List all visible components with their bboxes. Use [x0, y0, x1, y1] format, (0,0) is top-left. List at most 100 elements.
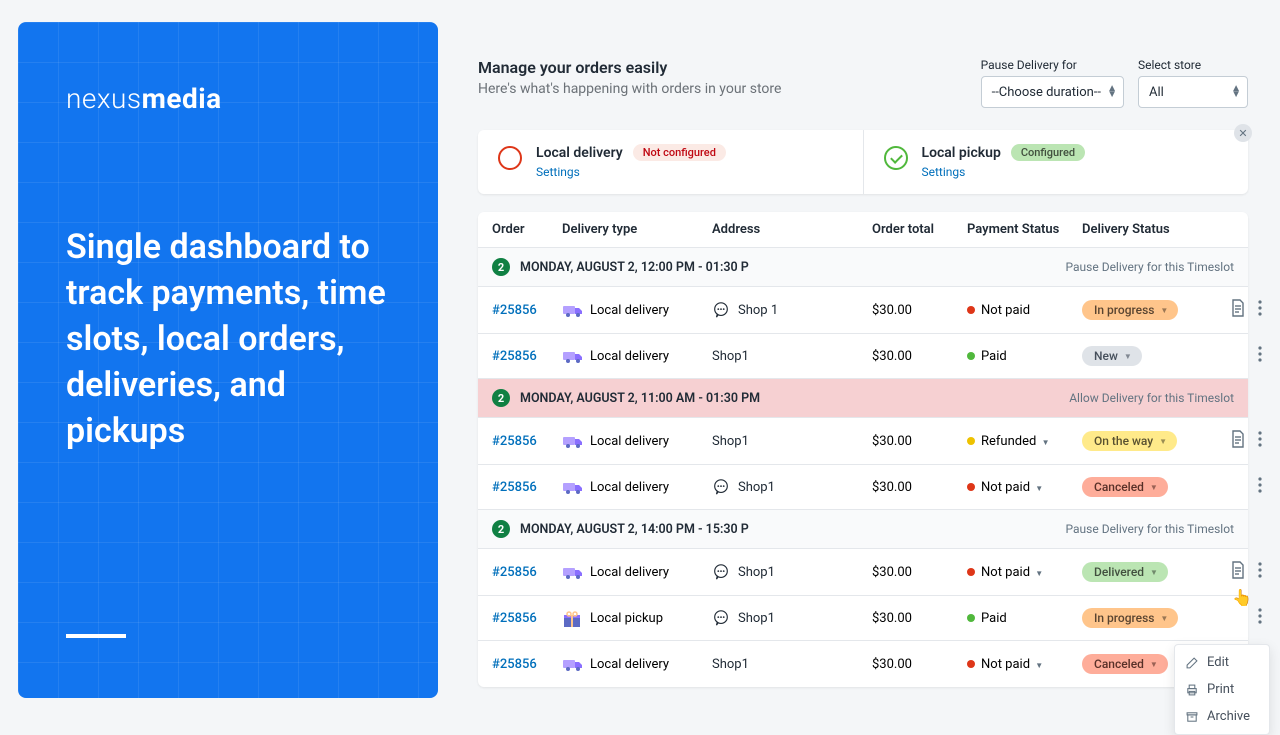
- timeslot-group: 2MONDAY, AUGUST 2, 12:00 PM - 01:30 PPau…: [478, 247, 1248, 286]
- chat-icon[interactable]: [712, 563, 730, 581]
- chevron-down-icon: ▼: [1150, 568, 1158, 577]
- document-icon[interactable]: [1230, 299, 1246, 321]
- table-row: #25856Local deliveryShop1$30.00PaidNew ▼: [478, 333, 1248, 378]
- hero-panel: nexusmedia Single dashboard to track pay…: [18, 22, 438, 698]
- status-pill[interactable]: In progress ▼: [1082, 608, 1178, 628]
- order-id-link[interactable]: #25856: [492, 303, 562, 318]
- orders-table: Order Delivery type Address Order total …: [478, 212, 1248, 687]
- store-select[interactable]: All ▲▼: [1138, 76, 1248, 108]
- delivery-status-cell: In progress ▼: [1082, 608, 1212, 628]
- store-value: All: [1149, 85, 1164, 100]
- group-action-link[interactable]: Allow Delivery for this Timeslot: [1069, 391, 1234, 405]
- menu-item-print[interactable]: Print: [1175, 676, 1269, 703]
- col-payment: Payment Status: [967, 222, 1082, 237]
- total-cell: $30.00: [872, 349, 967, 364]
- close-icon[interactable]: ✕: [1234, 124, 1252, 142]
- delivery-status-cell: On the way ▼: [1082, 431, 1212, 451]
- pause-delivery-select[interactable]: --Choose duration-- ▲▼: [981, 76, 1124, 108]
- truck-icon: [562, 303, 582, 317]
- status-pill[interactable]: New ▼: [1082, 346, 1142, 366]
- payment-status-cell[interactable]: Not paid: [967, 303, 1082, 318]
- more-icon[interactable]: [1258, 346, 1262, 366]
- store-control: Select store All ▲▼: [1138, 58, 1248, 108]
- status-dot-icon: [967, 483, 975, 491]
- row-actions: [1212, 477, 1262, 497]
- group-label: MONDAY, AUGUST 2, 14:00 PM - 15:30 P: [520, 522, 1066, 537]
- chevron-down-icon: ▼: [1035, 569, 1043, 578]
- document-icon[interactable]: [1230, 430, 1246, 452]
- delivery-type-cell: Local pickup: [562, 611, 712, 626]
- payment-status-cell[interactable]: Not paid ▼: [967, 480, 1082, 495]
- row-actions: [1212, 346, 1262, 366]
- more-icon[interactable]: [1258, 608, 1262, 628]
- local-pickup-card: Local pickup Configured Settings: [863, 130, 1249, 194]
- gift-icon: [562, 611, 582, 625]
- group-action-link[interactable]: Pause Delivery for this Timeslot: [1066, 522, 1234, 536]
- payment-status-cell[interactable]: Not paid ▼: [967, 565, 1082, 580]
- hero-underline: [66, 634, 126, 638]
- menu-item-edit[interactable]: Edit: [1175, 649, 1269, 676]
- delivery-type-cell: Local delivery: [562, 349, 712, 364]
- archive-icon: [1185, 710, 1199, 724]
- delivery-type-cell: Local delivery: [562, 303, 712, 318]
- chevron-down-icon: ▼: [1042, 438, 1050, 447]
- main-content: Manage your orders easily Here's what's …: [478, 58, 1248, 687]
- cursor-icon: 👆: [1232, 588, 1252, 607]
- chat-icon[interactable]: [712, 609, 730, 627]
- chevron-down-icon: ▼: [1159, 437, 1167, 446]
- payment-status-cell[interactable]: Not paid ▼: [967, 657, 1082, 672]
- order-id-link[interactable]: #25856: [492, 611, 562, 626]
- status-cards: ✕ Local delivery Not configured Settings…: [478, 130, 1248, 194]
- delivery-status-cell: New ▼: [1082, 346, 1212, 366]
- payment-status-cell[interactable]: Refunded ▼: [967, 434, 1082, 449]
- order-id-link[interactable]: #25856: [492, 349, 562, 364]
- order-id-link[interactable]: #25856: [492, 565, 562, 580]
- menu-item-archive[interactable]: Archive: [1175, 703, 1269, 730]
- address-cell: Shop1: [712, 609, 872, 627]
- status-pill[interactable]: Canceled ▼: [1082, 477, 1168, 497]
- chevron-down-icon: ▼: [1035, 661, 1043, 670]
- pencil-icon: [1185, 656, 1199, 670]
- order-id-link[interactable]: #25856: [492, 434, 562, 449]
- order-id-link[interactable]: #25856: [492, 657, 562, 672]
- table-row: #25856Local deliveryShop1$30.00Not paid …: [478, 640, 1248, 687]
- status-badge: Not configured: [633, 144, 726, 161]
- payment-status-cell[interactable]: Paid: [967, 349, 1082, 364]
- status-dot-icon: [967, 437, 975, 445]
- delivery-status-cell: Delivered ▼: [1082, 562, 1212, 582]
- row-actions: [1212, 608, 1262, 628]
- chat-icon[interactable]: [712, 301, 730, 319]
- pause-delivery-control: Pause Delivery for --Choose duration-- ▲…: [981, 58, 1124, 108]
- settings-link[interactable]: Settings: [536, 165, 580, 179]
- row-actions: [1212, 430, 1262, 452]
- address-cell: Shop1: [712, 478, 872, 496]
- settings-link[interactable]: Settings: [922, 165, 966, 179]
- address-cell: Shop1: [712, 349, 872, 364]
- chevron-down-icon: ▼: [1035, 484, 1043, 493]
- logo-part-a: nexus: [66, 82, 142, 115]
- local-delivery-card: Local delivery Not configured Settings: [478, 130, 863, 194]
- status-pill[interactable]: In progress ▼: [1082, 300, 1178, 320]
- page-title: Manage your orders easily: [478, 58, 781, 77]
- group-label: MONDAY, AUGUST 2, 12:00 PM - 01:30 P: [520, 260, 1066, 275]
- status-pill[interactable]: Canceled ▼: [1082, 654, 1168, 674]
- more-icon[interactable]: [1258, 300, 1262, 320]
- group-action-link[interactable]: Pause Delivery for this Timeslot: [1066, 260, 1234, 274]
- order-id-link[interactable]: #25856: [492, 480, 562, 495]
- address-cell: Shop 1: [712, 301, 872, 319]
- group-label: MONDAY, AUGUST 2, 11:00 AM - 01:30 PM: [520, 391, 1069, 406]
- timeslot-group: 2MONDAY, AUGUST 2, 14:00 PM - 15:30 PPau…: [478, 509, 1248, 548]
- chat-icon[interactable]: [712, 478, 730, 496]
- table-row: #25856Local deliveryShop1$30.00Refunded …: [478, 417, 1248, 464]
- payment-status-cell[interactable]: Paid: [967, 611, 1082, 626]
- status-pill[interactable]: On the way ▼: [1082, 431, 1177, 451]
- status-pill[interactable]: Delivered ▼: [1082, 562, 1168, 582]
- printer-icon: [1185, 683, 1199, 697]
- chevron-down-icon: ▼: [1160, 614, 1168, 623]
- more-icon[interactable]: [1258, 562, 1262, 582]
- more-icon[interactable]: [1258, 431, 1262, 451]
- total-cell: $30.00: [872, 657, 967, 672]
- page-heading: Manage your orders easily Here's what's …: [478, 58, 781, 97]
- document-icon[interactable]: [1230, 561, 1246, 583]
- more-icon[interactable]: [1258, 477, 1262, 497]
